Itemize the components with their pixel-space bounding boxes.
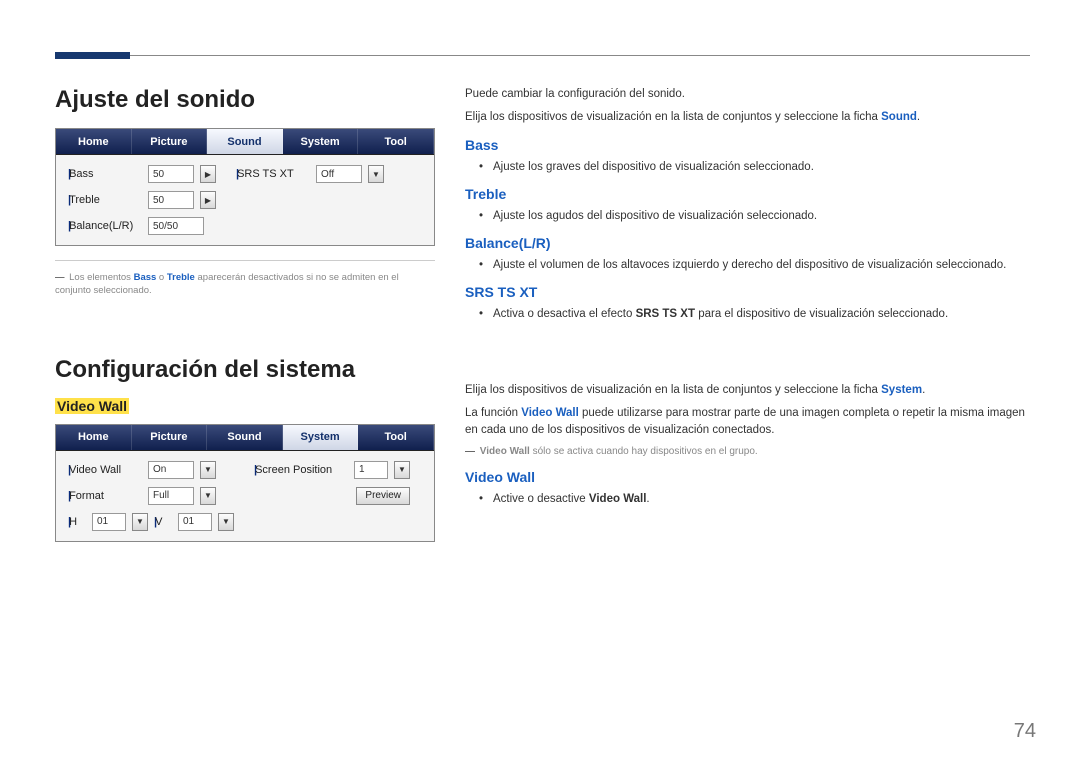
preview-button[interactable]: Preview (356, 487, 410, 505)
system-panel: Home Picture Sound System Tool |Video Wa… (55, 424, 435, 542)
select-srs[interactable]: Off (316, 165, 362, 183)
tab-picture[interactable]: Picture (132, 425, 208, 450)
chevron-down-icon[interactable]: ▼ (394, 461, 410, 479)
chevron-down-icon[interactable]: ▼ (132, 513, 148, 531)
tab-sound[interactable]: Sound (207, 425, 283, 450)
intro-sound-1: Puede cambiar la configuración del sonid… (465, 86, 1030, 103)
chevron-right-icon[interactable]: ▶ (200, 191, 216, 209)
select-format[interactable]: Full (148, 487, 194, 505)
chevron-down-icon[interactable]: ▼ (368, 165, 384, 183)
tab-system[interactable]: System (283, 129, 359, 154)
select-screenpos[interactable]: 1 (354, 461, 388, 479)
select-videowall[interactable]: On (148, 461, 194, 479)
bullet-videowall: Active o desactive Video Wall. (493, 491, 1030, 508)
h-treble: Treble (465, 186, 1030, 202)
header-rule (55, 55, 1030, 56)
row-format: |Format Full ▼ (68, 487, 234, 505)
chevron-right-icon[interactable]: ▶ (200, 165, 216, 183)
bullet-bass: Ajuste los graves del dispositivo de vis… (493, 159, 1030, 176)
tab-tool[interactable]: Tool (358, 129, 434, 154)
heading-system: Configuración del sistema (55, 356, 435, 384)
input-bass[interactable]: 50 (148, 165, 194, 183)
h-balance: Balance(L/R) (465, 235, 1030, 251)
sub-video-wall: Video Wall (55, 398, 129, 414)
tab-picture[interactable]: Picture (132, 129, 208, 154)
intro-system: Elija los dispositivos de visualización … (465, 382, 1030, 399)
chevron-down-icon[interactable]: ▼ (200, 487, 216, 505)
heading-sound: Ajuste del sonido (55, 86, 435, 114)
label-v: V (155, 516, 162, 528)
tab-home[interactable]: Home (56, 129, 132, 154)
row-hv: |H 01 ▼ |V 01 ▼ (68, 513, 234, 531)
label-h: H (69, 516, 77, 528)
row-videowall: |Video Wall On ▼ (68, 461, 234, 479)
row-srs: |SRS TS XT Off ▼ (236, 165, 384, 183)
page-number: 74 (1014, 720, 1036, 743)
row-bass: |Bass 50 ▶ (68, 165, 216, 183)
tab-sound[interactable]: Sound (207, 129, 283, 154)
sound-panel: Home Picture Sound System Tool |Bass 50 … (55, 128, 435, 246)
select-v[interactable]: 01 (178, 513, 212, 531)
label-screenpos: Screen Position (255, 464, 332, 476)
tab-tool[interactable]: Tool (358, 425, 434, 450)
row-treble: |Treble 50 ▶ (68, 191, 216, 209)
label-format: Format (69, 490, 104, 502)
note-videowall: ― Video Wall sólo se activa cuando hay d… (465, 445, 1030, 459)
label-bass: Bass (69, 168, 93, 180)
chevron-down-icon[interactable]: ▼ (200, 461, 216, 479)
label-videowall: Video Wall (69, 464, 121, 476)
label-treble: Treble (69, 194, 100, 206)
row-screenpos: |Screen Position 1 ▼ (254, 461, 410, 479)
input-treble[interactable]: 50 (148, 191, 194, 209)
footnote-sound: ― Los elementos Bass o Treble aparecerán… (55, 260, 435, 298)
h-videowall: Video Wall (465, 469, 1030, 485)
para-videowall: La función Video Wall puede utilizarse p… (465, 405, 1030, 440)
select-h[interactable]: 01 (92, 513, 126, 531)
intro-sound-2: Elija los dispositivos de visualización … (465, 109, 1030, 126)
label-srs: SRS TS XT (237, 168, 294, 180)
chevron-down-icon[interactable]: ▼ (218, 513, 234, 531)
row-balance: |Balance(L/R) 50/50 (68, 217, 216, 235)
input-balance[interactable]: 50/50 (148, 217, 204, 235)
tab-home[interactable]: Home (56, 425, 132, 450)
h-srs: SRS TS XT (465, 284, 1030, 300)
tab-system[interactable]: System (283, 425, 359, 450)
bullet-srs: Activa o desactiva el efecto SRS TS XT p… (493, 306, 1030, 323)
label-balance: Balance(L/R) (69, 220, 133, 232)
bullet-treble: Ajuste los agudos del dispositivo de vis… (493, 208, 1030, 225)
h-bass: Bass (465, 137, 1030, 153)
bullet-balance: Ajuste el volumen de los altavoces izqui… (493, 257, 1030, 274)
